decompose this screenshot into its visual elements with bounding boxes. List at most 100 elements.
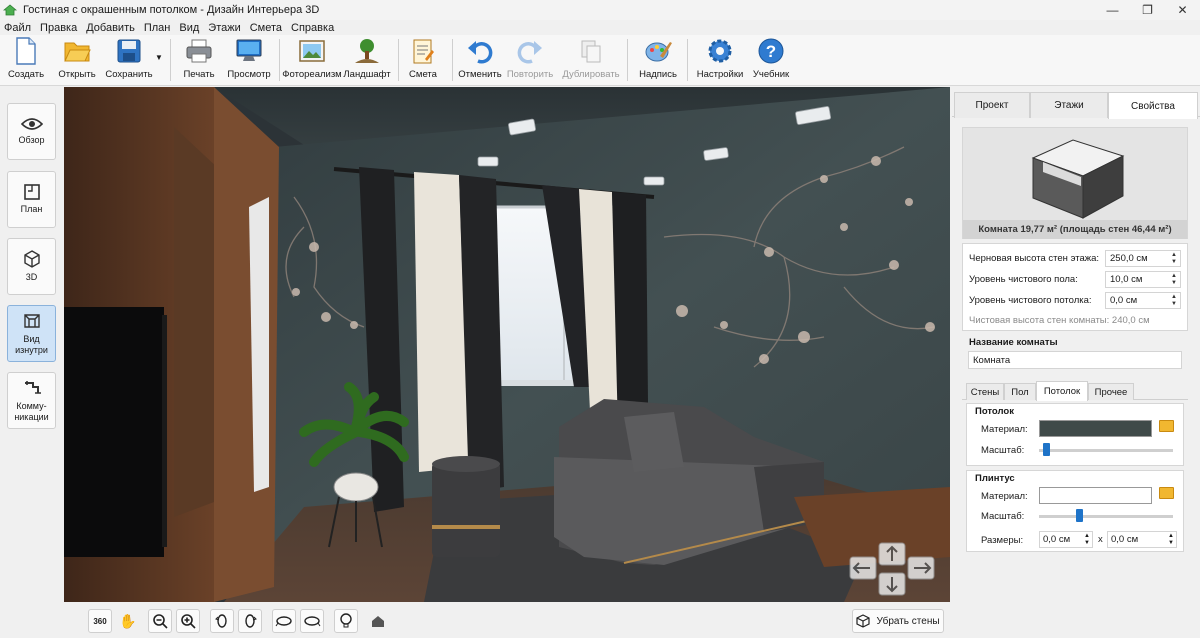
properties-panel: Проект Этажи Свойства Комната 19,77 м² (…	[952, 87, 1200, 638]
close-button[interactable]: ✕	[1165, 3, 1200, 17]
tab-properties[interactable]: Свойства	[1108, 92, 1198, 119]
lighting-button[interactable]	[334, 609, 358, 633]
rotate-360-icon: 360	[93, 616, 107, 626]
overview-view-button[interactable]: Обзор	[7, 103, 56, 160]
maximize-button[interactable]: ❐	[1130, 3, 1165, 17]
spinner-arrows-icon[interactable]: ▲ ▼	[1084, 533, 1090, 547]
3d-view-button[interactable]: 3D	[7, 238, 56, 295]
home-view-button[interactable]	[366, 609, 390, 633]
finished-floor-level-label: Уровень чистового пола:	[969, 273, 1078, 285]
rotate-360-button[interactable]: 360	[88, 609, 112, 633]
ceiling-material-swatch[interactable]	[1039, 420, 1152, 437]
zoom-in-icon	[181, 614, 196, 629]
toolbar-separator	[627, 39, 628, 81]
preview-button[interactable]: Просмотр	[227, 37, 271, 83]
spinner-arrows-icon[interactable]: ▲ ▼	[1171, 252, 1177, 266]
menu-edit[interactable]: Правка	[40, 22, 77, 34]
tab-floors[interactable]: Этажи	[1030, 92, 1108, 118]
toolbar: Создать Открыть Сохранить ▼ Печать Просм…	[0, 35, 1200, 86]
floor-plan-icon	[23, 184, 40, 200]
save-dropdown-icon[interactable]: ▼	[155, 53, 163, 62]
menu-plan[interactable]: План	[144, 22, 171, 34]
utilities-view-button[interactable]: Комму- никации	[7, 372, 56, 429]
3d-viewport[interactable]	[64, 87, 950, 602]
baseboard-material-label: Материал:	[981, 491, 1028, 502]
zoom-out-button[interactable]	[148, 609, 172, 633]
finished-floor-level-input[interactable]: 10,0 см ▲ ▼	[1105, 270, 1181, 288]
open-button[interactable]: Открыть	[56, 37, 98, 83]
room-inside-icon	[23, 313, 40, 328]
zoom-out-icon	[153, 614, 168, 629]
light-bulb-icon	[340, 613, 352, 628]
inside-view-button[interactable]: Вид изнутри	[7, 305, 56, 362]
clean-height-text: Чистовая высота стен комнаты: 240,0 см	[969, 314, 1150, 326]
toolbar-separator	[170, 39, 171, 81]
menu-help[interactable]: Справка	[291, 22, 334, 34]
rotate-left-button[interactable]	[210, 609, 234, 633]
save-button[interactable]: Сохранить	[104, 37, 154, 83]
size-separator: x	[1098, 534, 1103, 545]
redo-button[interactable]: Повторить	[506, 37, 554, 83]
baseboard-scale-thumb[interactable]	[1076, 509, 1084, 522]
spinner-arrows-icon[interactable]: ▲ ▼	[1168, 533, 1174, 547]
ceiling-scale-slider[interactable]	[1039, 449, 1173, 452]
remove-walls-label: Убрать стены	[876, 615, 940, 627]
photorealism-button[interactable]: Фотореализм	[282, 37, 342, 83]
landscape-button[interactable]: Ландшафт	[343, 37, 391, 83]
settings-button[interactable]: Настройки	[696, 37, 744, 83]
tilt-down-button[interactable]	[300, 609, 324, 633]
tilt-up-button[interactable]	[272, 609, 296, 633]
tv-screen[interactable]	[64, 307, 164, 557]
subtab-ceiling[interactable]: Потолок	[1036, 381, 1088, 401]
menu-file[interactable]: Файл	[4, 22, 31, 34]
tutorial-button[interactable]: ? Учебник	[752, 37, 790, 83]
undo-button[interactable]: Отменить	[458, 37, 502, 83]
subtab-other[interactable]: Прочее	[1088, 383, 1134, 400]
spinner-arrows-icon[interactable]: ▲ ▼	[1171, 294, 1177, 308]
tilt-up-icon	[275, 616, 292, 627]
ceiling-scale-thumb[interactable]	[1042, 443, 1050, 456]
menu-estimate[interactable]: Смета	[250, 22, 282, 34]
toolbar-separator	[452, 39, 453, 81]
subtab-floor[interactable]: Пол	[1004, 383, 1036, 400]
spinner-arrows-icon[interactable]: ▲ ▼	[1171, 273, 1177, 287]
room-name-input[interactable]: Комната	[968, 351, 1182, 369]
pipe-faucet-icon	[24, 380, 41, 394]
ceiling-scale-label: Масштаб:	[981, 445, 1025, 456]
finished-ceiling-level-label: Уровень чистового потолка:	[969, 294, 1092, 306]
menu-add[interactable]: Добавить	[86, 22, 135, 34]
rotate-right-button[interactable]	[238, 609, 262, 633]
menu-floors[interactable]: Этажи	[208, 22, 240, 34]
title-bar: Гостиная с окрашенным потолком - Дизайн …	[0, 0, 1200, 20]
baseboard-material-folder-icon[interactable]	[1159, 487, 1174, 499]
paint-palette-icon	[645, 42, 672, 62]
subtab-walls[interactable]: Стены	[966, 383, 1004, 400]
ceiling-material-folder-icon[interactable]	[1159, 420, 1174, 432]
minimize-button[interactable]: —	[1095, 3, 1130, 17]
plan-view-button[interactable]: План	[7, 171, 56, 228]
duplicate-button[interactable]: Дублировать	[562, 37, 620, 83]
floor-wall-height-label: Черновая высота стен этажа:	[969, 252, 1100, 264]
floppy-save-icon	[117, 39, 141, 63]
print-button[interactable]: Печать	[180, 37, 218, 83]
zoom-in-button[interactable]	[176, 609, 200, 633]
room-box-icon	[1031, 139, 1125, 219]
tab-project[interactable]: Проект	[954, 92, 1030, 118]
pouf[interactable]	[432, 462, 500, 557]
text-label-button[interactable]: Надпись	[636, 37, 680, 83]
finished-ceiling-level-input[interactable]: 0,0 см ▲ ▼	[1105, 291, 1181, 309]
estimate-notepad-icon	[413, 39, 434, 64]
create-button[interactable]: Создать	[6, 37, 46, 83]
folder-open-icon	[64, 42, 91, 62]
menu-view[interactable]: Вид	[179, 22, 199, 34]
remove-walls-button[interactable]: Убрать стены	[852, 609, 944, 633]
toolbar-separator	[279, 39, 280, 81]
baseboard-size-a-input[interactable]: 0,0 см ▲ ▼	[1039, 531, 1093, 548]
estimate-button[interactable]: Смета	[406, 37, 440, 83]
baseboard-scale-slider[interactable]	[1039, 515, 1173, 518]
baseboard-size-b-input[interactable]: 0,0 см ▲ ▼	[1107, 531, 1177, 548]
floor-wall-height-input[interactable]: 250,0 см ▲ ▼	[1105, 249, 1181, 267]
pan-hand-button[interactable]: ✋	[116, 609, 140, 633]
baseboard-material-swatch[interactable]	[1039, 487, 1152, 504]
walls-cube-icon	[856, 614, 871, 628]
